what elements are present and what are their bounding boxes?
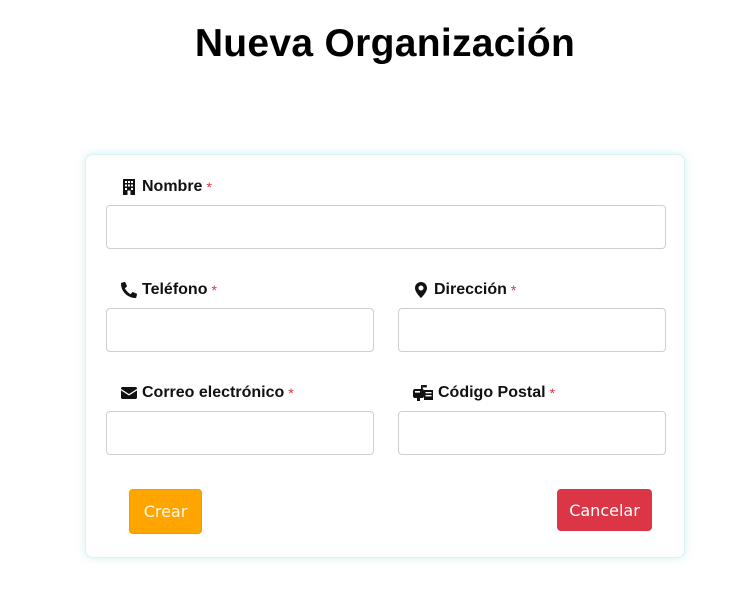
direccion-label: Dirección * [413, 280, 666, 300]
field-codigo-postal: Código Postal * [398, 383, 666, 455]
field-direccion: Dirección * [398, 280, 666, 352]
correo-label: Correo electrónico * [121, 383, 374, 403]
nombre-input[interactable] [106, 205, 666, 249]
required-marker: * [288, 385, 294, 401]
field-nombre: Nombre * [106, 177, 666, 249]
codigo-postal-label-text: Código Postal [438, 384, 546, 401]
nombre-label-text: Nombre [142, 178, 203, 195]
phone-icon [121, 282, 137, 298]
building-icon [121, 179, 137, 195]
telefono-label: Teléfono * [121, 280, 374, 300]
field-correo: Correo electrónico * [106, 383, 374, 455]
organization-form-card: Nombre * Teléfono * Dirección * Correo e… [85, 154, 685, 558]
required-marker: * [211, 282, 217, 298]
required-marker: * [549, 385, 556, 401]
required-marker: * [510, 282, 517, 298]
envelope-icon [121, 385, 137, 401]
mailbox-icon [413, 385, 433, 401]
page: Nueva Organización Nombre * Teléfono * D… [0, 0, 755, 596]
correo-input[interactable] [106, 411, 374, 455]
codigo-postal-label: Código Postal * [413, 383, 666, 403]
crear-button[interactable]: Crear [129, 489, 202, 534]
correo-label-text: Correo electrónico [142, 384, 285, 401]
codigo-postal-input[interactable] [398, 411, 666, 455]
telefono-label-text: Teléfono [142, 281, 208, 298]
field-telefono: Teléfono * [106, 280, 374, 352]
cancelar-button[interactable]: Cancelar [557, 489, 652, 531]
nombre-label: Nombre * [121, 177, 666, 197]
map-marker-icon [413, 282, 429, 298]
direccion-input[interactable] [398, 308, 666, 352]
required-marker: * [206, 179, 212, 195]
telefono-input[interactable] [106, 308, 374, 352]
direccion-label-text: Dirección [434, 281, 507, 298]
page-title: Nueva Organización [194, 22, 576, 65]
